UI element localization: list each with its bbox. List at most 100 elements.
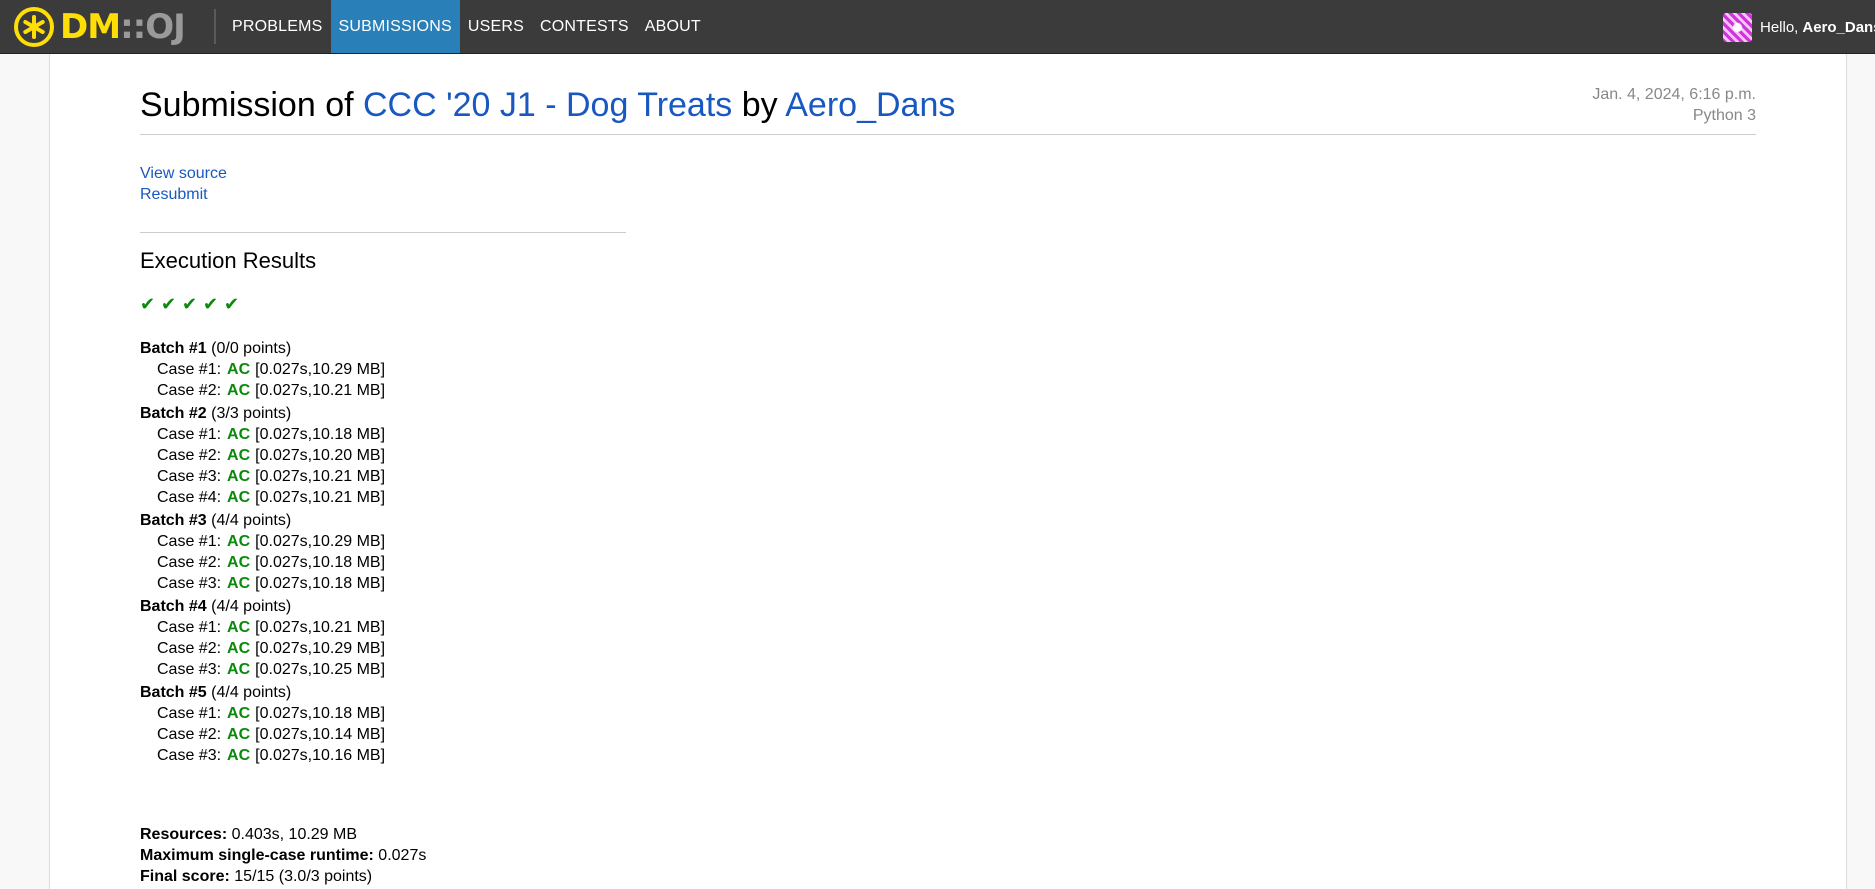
problem-link[interactable]: CCC '20 J1 - Dog Treats [363,86,732,124]
batch-title: Batch #5 (4/4 points) [140,682,385,703]
batch-label: Batch #3 [140,512,207,529]
batch: Batch #4 (4/4 points) Case #1: AC [0.027s,… [140,596,385,680]
case-row: Case #1: AC [0.027s,10.29 MB] [157,359,385,380]
batch-label: Batch #4 [140,598,207,615]
case-row: Case #2: AC [0.027s,10.29 MB] [157,638,385,659]
case-label: Case #2: [157,640,222,657]
case-status: AC [227,489,251,506]
case-row: Case #1: AC [0.027s,10.29 MB] [157,531,385,552]
batch: Batch #2 (3/3 points) Case #1: AC [0.027s,… [140,403,385,508]
case-info: [0.027s,10.29 MB] [255,361,386,378]
case-row: Case #3: AC [0.027s,10.21 MB] [157,466,385,487]
site-logo[interactable]: DM::OJ [14,5,186,49]
checkmark-icon: ✔ [161,294,177,315]
case-status: AC [227,447,251,464]
case-label: Case #3: [157,661,222,678]
case-row: Case #3: AC [0.027s,10.16 MB] [157,745,385,766]
resubmit-link[interactable]: Resubmit [140,186,208,203]
checkmark-icon: ✔ [140,294,156,315]
case-label: Case #1: [157,705,222,722]
nav-item-users[interactable]: USERS [460,0,532,53]
checkmark-icon: ✔ [182,294,198,315]
batch-label: Batch #1 [140,340,207,357]
case-status: AC [227,468,251,485]
case-row: Case #4: AC [0.027s,10.21 MB] [157,487,385,508]
case-label: Case #1: [157,361,222,378]
case-label: Case #2: [157,554,222,571]
batch-points: (3/3 points) [211,405,292,422]
case-row: Case #2: AC [0.027s,10.20 MB] [157,445,385,466]
case-info: [0.027s,10.18 MB] [255,554,386,571]
case-info: [0.027s,10.16 MB] [255,747,386,764]
case-status: AC [227,640,251,657]
final-score-label: Final score: [140,868,230,885]
case-info: [0.027s,10.29 MB] [255,533,386,550]
resources-row: Resources: 0.403s, 10.29 MB [140,824,426,845]
top-navbar: DM::OJ PROBLEMS SUBMISSIONS USERS CONTES… [0,0,1875,54]
batch-label: Batch #2 [140,405,207,422]
case-label: Case #2: [157,447,222,464]
case-list: Case #1: AC [0.027s,10.18 MB] Case #2: AC [0… [140,424,385,508]
author-link[interactable]: Aero_Dans [785,86,955,124]
batch-points: (4/4 points) [211,512,292,529]
nav-item-problems[interactable]: PROBLEMS [224,0,331,53]
case-status: AC [227,705,251,722]
view-source-link[interactable]: View source [140,165,227,182]
batch-points: (0/0 points) [211,340,292,357]
case-status: AC [227,726,251,743]
resources-value: 0.403s, 10.29 MB [231,826,358,843]
batch: Batch #3 (4/4 points) Case #1: AC [0.027s,… [140,510,385,594]
avatar[interactable] [1723,12,1752,42]
final-score-value: 15/15 (3.0/3 points) [234,868,373,885]
case-info: [0.027s,10.20 MB] [255,447,386,464]
batch: Batch #1 (0/0 points) Case #1: AC [0.027s,… [140,338,385,401]
case-info: [0.027s,10.25 MB] [255,661,386,678]
batch-label: Batch #5 [140,684,207,701]
submission-actions: View source Resubmit [140,163,227,205]
logo-colons: :: [120,7,146,47]
case-info: [0.027s,10.21 MB] [255,619,386,636]
case-status: AC [227,382,251,399]
case-info: [0.027s,10.18 MB] [255,426,386,443]
submission-language: Python 3 [1692,107,1756,124]
case-label: Case #2: [157,382,222,399]
content-panel: Submission of CCC '20 J1 - Dog Treats by… [49,54,1847,889]
case-label: Case #4: [157,489,222,506]
max-runtime-value: 0.027s [378,847,427,864]
checkmark-icon: ✔ [224,294,240,315]
case-row: Case #3: AC [0.027s,10.18 MB] [157,573,385,594]
user-menu[interactable]: Hello, Aero_Dans [1723,12,1875,42]
main-nav: PROBLEMS SUBMISSIONS USERS CONTESTS ABOU… [224,0,709,53]
case-info: [0.027s,10.14 MB] [255,726,386,743]
logo-asterisk-icon [14,7,54,47]
case-row: Case #3: AC [0.027s,10.25 MB] [157,659,385,680]
case-status: AC [227,554,251,571]
results-summary: Resources: 0.403s, 10.29 MB Maximum sing… [140,824,426,887]
submission-date: Jan. 4, 2024, 6:16 p.m. [1592,86,1756,103]
title-row: Submission of CCC '20 J1 - Dog Treats by… [140,82,1756,135]
max-runtime-row: Maximum single-case runtime: 0.027s [140,845,426,866]
case-info: [0.027s,10.29 MB] [255,640,386,657]
checkmark-icon: ✔ [203,294,219,315]
batch-title: Batch #3 (4/4 points) [140,510,385,531]
title-by: by [741,86,778,124]
nav-item-about[interactable]: ABOUT [637,0,709,53]
case-status: AC [227,426,251,443]
case-label: Case #1: [157,619,222,636]
max-runtime-label: Maximum single-case runtime: [140,847,374,864]
username-link[interactable]: Aero_Dans [1802,19,1875,36]
batch-points: (4/4 points) [211,684,292,701]
case-info: [0.027s,10.21 MB] [255,468,386,485]
batch-results: Batch #1 (0/0 points) Case #1: AC [0.027s,… [140,338,385,768]
batch-title: Batch #1 (0/0 points) [140,338,385,359]
logo-oj: OJ [145,7,186,47]
nav-item-contests[interactable]: CONTESTS [532,0,637,53]
case-label: Case #1: [157,426,222,443]
submission-meta: Jan. 4, 2024, 6:16 p.m. Python 3 [1592,84,1756,126]
final-score-row: Final score: 15/15 (3.0/3 points) [140,866,426,887]
case-list: Case #1: AC [0.027s,10.21 MB] Case #2: AC [0… [140,617,385,680]
case-status: AC [227,575,251,592]
case-label: Case #2: [157,726,222,743]
nav-item-submissions[interactable]: SUBMISSIONS [330,0,460,53]
greeting-text: Hello, [1760,18,1799,36]
